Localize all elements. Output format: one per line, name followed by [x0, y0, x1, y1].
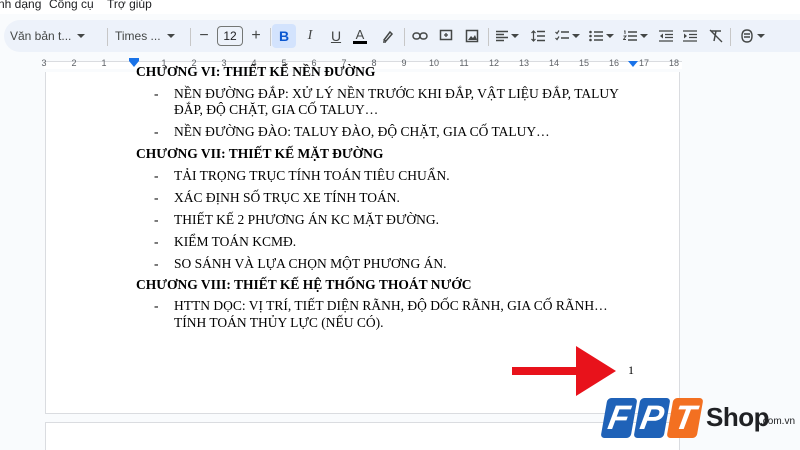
- align-icon[interactable]: [492, 24, 522, 48]
- decrease-font-size-button[interactable]: −: [194, 24, 214, 48]
- link-icon[interactable]: [408, 24, 432, 48]
- increase-font-size-button[interactable]: +: [246, 24, 266, 48]
- indent-increase-icon[interactable]: [678, 24, 702, 48]
- bullet-text[interactable]: KIỂM TOÁN KCMĐ.: [174, 234, 296, 250]
- ruler-number: 3: [41, 58, 47, 68]
- bullet-dash: -: [154, 86, 159, 101]
- toolbar-divider: [190, 28, 191, 46]
- editing-mode-icon[interactable]: [736, 24, 770, 48]
- bulleted-list-icon[interactable]: [586, 24, 616, 48]
- ruler-number: 16: [608, 58, 620, 68]
- bullet-dash: -: [154, 190, 159, 205]
- chevron-down-icon: [510, 34, 519, 38]
- menu-tools[interactable]: Công cụ: [49, 0, 94, 11]
- chevron-down-icon: [757, 34, 765, 38]
- clear-formatting-icon[interactable]: [704, 24, 728, 48]
- logo-domain-text: .com.vn: [760, 416, 796, 427]
- text-color-letter: A: [355, 27, 365, 42]
- bullet-dash: -: [154, 124, 159, 139]
- bullet-text[interactable]: TÍNH TOÁN THỦY LỰC (NẾU CÓ).: [174, 315, 383, 331]
- chevron-down-icon: [639, 34, 648, 38]
- ruler-number: 9: [401, 58, 407, 68]
- bullet-text[interactable]: XÁC ĐỊNH SỐ TRỤC XE TÍNH TOÁN.: [174, 190, 400, 206]
- bold-button[interactable]: B: [272, 24, 296, 48]
- bullet-text[interactable]: NỀN ĐƯỜNG ĐẮP: XỬ LÝ NỀN TRƯỚC KHI ĐẮP, …: [174, 86, 619, 102]
- chevron-down-icon: [571, 34, 580, 38]
- image-icon[interactable]: [460, 24, 484, 48]
- right-indent-marker[interactable]: [628, 61, 638, 67]
- bullet-dash: -: [154, 212, 159, 227]
- bullet-dash: -: [154, 298, 159, 313]
- text-color-swatch: [353, 41, 367, 44]
- google-docs-window: nh dạng Công cụ Trợ giúp Văn bản t... Ti…: [0, 0, 800, 450]
- ruler-number: 17: [638, 58, 650, 68]
- ruler-number: 11: [459, 58, 469, 68]
- logo-letter-f: F: [600, 398, 638, 438]
- paragraph-style-dropdown[interactable]: Văn bản t...: [10, 24, 102, 48]
- italic-button[interactable]: I: [298, 24, 322, 48]
- font-size-input[interactable]: 12: [217, 26, 243, 46]
- document-page-next[interactable]: [45, 422, 680, 450]
- red-arrow-icon: [512, 346, 616, 396]
- ruler-number: 14: [548, 58, 560, 68]
- ruler-number: 2: [71, 58, 77, 68]
- ruler-number: 10: [428, 58, 440, 68]
- line-spacing-icon[interactable]: [526, 24, 550, 48]
- chapter-6-heading[interactable]: CHƯƠNG VI: THIẾT KẾ NỀN ĐƯỜNG: [136, 64, 375, 80]
- logo-letter-t: T: [666, 398, 704, 438]
- indent-decrease-icon[interactable]: [654, 24, 678, 48]
- highlighter-icon[interactable]: [376, 24, 400, 48]
- toolbar-divider: [488, 28, 489, 46]
- underline-button[interactable]: U: [324, 24, 348, 48]
- page-number[interactable]: 1: [628, 363, 634, 378]
- bullet-dash: -: [154, 256, 159, 271]
- font-family-label: Times ...: [115, 29, 161, 43]
- chevron-down-icon: [166, 34, 175, 38]
- bullet-text[interactable]: THIẾT KẾ 2 PHƯƠNG ÁN KC MẶT ĐƯỜNG.: [174, 212, 439, 228]
- comment-icon[interactable]: [434, 24, 458, 48]
- bullet-dash: -: [154, 234, 159, 249]
- fpt-shop-logo: F P T Shop .com.vn: [600, 394, 800, 450]
- bullet-text[interactable]: TẢI TRỌNG TRỤC TÍNH TOÁN TIÊU CHUẨN.: [174, 168, 450, 184]
- checklist-icon[interactable]: [552, 24, 582, 48]
- font-family-dropdown[interactable]: Times ...: [115, 24, 185, 48]
- toolbar-divider: [404, 28, 405, 46]
- ruler-number: 18: [668, 58, 680, 68]
- bullet-text[interactable]: ĐẮP, ĐỘ CHẶT, GIA CỐ TALUY…: [174, 102, 378, 118]
- toolbar-divider: [270, 28, 271, 46]
- chapter-8-heading[interactable]: CHƯƠNG VIII: THIẾT KẾ HỆ THỐNG THOÁT NƯỚ…: [136, 277, 471, 293]
- chevron-down-icon: [605, 34, 614, 38]
- chevron-down-icon: [77, 34, 86, 38]
- bullet-text[interactable]: NỀN ĐƯỜNG ĐÀO: TALUY ĐÀO, ĐỘ CHẶT, GIA C…: [174, 124, 550, 140]
- menu-bar: nh dạng Công cụ Trợ giúp: [0, 0, 800, 14]
- toolbar: Văn bản t... Times ... − 12 + B I U A: [4, 20, 800, 52]
- bullet-text[interactable]: HTTN DỌC: VỊ TRÍ, TIẾT DIỆN RÃNH, ĐỘ DỐC…: [174, 298, 608, 314]
- font-size-field-wrap: 12: [216, 24, 244, 48]
- text-color-button[interactable]: A: [348, 24, 372, 48]
- bullet-text[interactable]: SO SÁNH VÀ LỰA CHỌN MỘT PHƯƠNG ÁN.: [174, 256, 446, 272]
- ruler-number: 12: [488, 58, 500, 68]
- bullet-dash: -: [154, 168, 159, 183]
- numbered-list-icon[interactable]: [620, 24, 650, 48]
- toolbar-divider: [730, 28, 731, 46]
- ruler-number: 13: [518, 58, 530, 68]
- ruler-number: 1: [101, 58, 107, 68]
- menu-format[interactable]: nh dạng: [0, 0, 41, 11]
- ruler[interactable]: 3 2 1 1 2 3 4 5 6 7 8 9 10 11 12 13 14 1…: [0, 57, 800, 71]
- logo-letter-p: P: [633, 398, 671, 438]
- ruler-number: 15: [578, 58, 590, 68]
- toolbar-divider: [107, 28, 108, 46]
- menu-help[interactable]: Trợ giúp: [107, 0, 152, 11]
- paragraph-style-label: Văn bản t...: [10, 29, 72, 43]
- chapter-7-heading[interactable]: CHƯƠNG VII: THIẾT KẾ MẶT ĐƯỜNG: [136, 146, 383, 162]
